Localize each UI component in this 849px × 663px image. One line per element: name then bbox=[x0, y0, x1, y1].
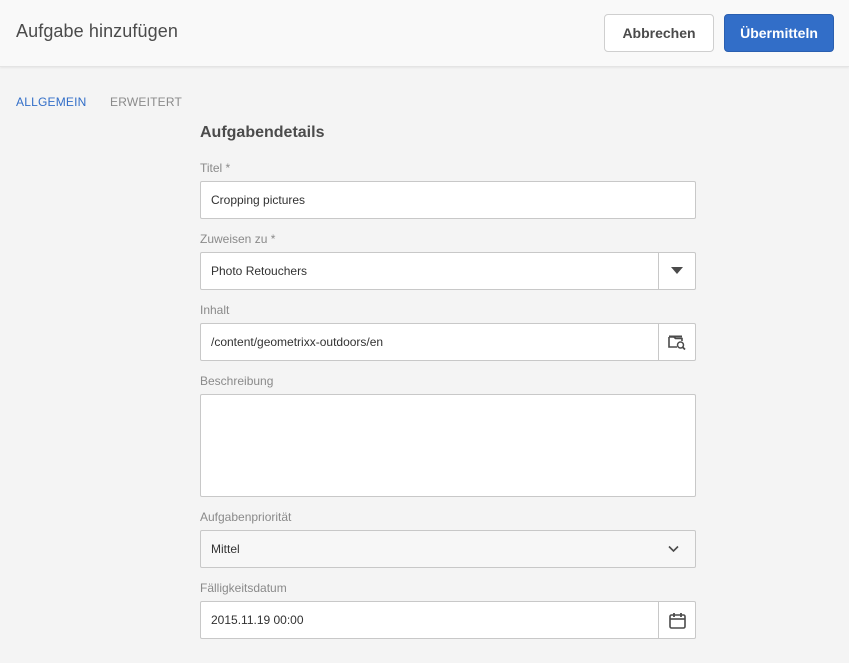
submit-button[interactable]: Übermitteln bbox=[724, 14, 834, 52]
page-title: Aufgabe hinzufügen bbox=[16, 21, 178, 41]
priority-label: Aufgabenpriorität bbox=[200, 510, 292, 524]
description-textarea[interactable] bbox=[200, 394, 696, 497]
priority-select[interactable]: Mittel bbox=[200, 530, 696, 568]
priority-select-value: Mittel bbox=[211, 542, 240, 556]
browse-content-button[interactable] bbox=[658, 324, 695, 360]
title-label: Titel * bbox=[200, 161, 231, 175]
title-input-value: Cropping pictures bbox=[211, 193, 306, 207]
assign-select-value: Photo Retouchers bbox=[211, 264, 308, 278]
cancel-button[interactable]: Abbrechen bbox=[604, 14, 714, 52]
title-input[interactable]: Cropping pictures bbox=[200, 181, 696, 219]
due-date-input[interactable]: 2015.11.19 00:00 bbox=[200, 601, 696, 639]
folder-search-icon bbox=[668, 335, 686, 350]
assign-label: Zuweisen zu * bbox=[200, 232, 276, 246]
date-picker-button[interactable] bbox=[658, 602, 695, 638]
chevron-down-icon bbox=[668, 545, 679, 553]
description-label: Beschreibung bbox=[200, 374, 274, 388]
calendar-icon bbox=[668, 612, 686, 629]
assign-select[interactable]: Photo Retouchers bbox=[200, 252, 696, 290]
due-date-value: 2015.11.19 00:00 bbox=[211, 613, 304, 627]
triangle-down-icon bbox=[671, 267, 683, 274]
tab-advanced[interactable]: ERWEITERT bbox=[110, 95, 182, 109]
dialog-header: Aufgabe hinzufügen Abbrechen Übermitteln bbox=[0, 0, 849, 67]
section-heading: Aufgabendetails bbox=[200, 124, 325, 141]
content-path-input[interactable]: /content/geometrixx-outdoors/en bbox=[200, 323, 696, 361]
content-path-value: /content/geometrixx-outdoors/en bbox=[211, 335, 384, 349]
due-date-label: Fälligkeitsdatum bbox=[200, 581, 287, 595]
assign-dropdown-button[interactable] bbox=[658, 253, 695, 289]
content-label: Inhalt bbox=[200, 303, 230, 317]
tab-general[interactable]: ALLGEMEIN bbox=[16, 95, 87, 109]
